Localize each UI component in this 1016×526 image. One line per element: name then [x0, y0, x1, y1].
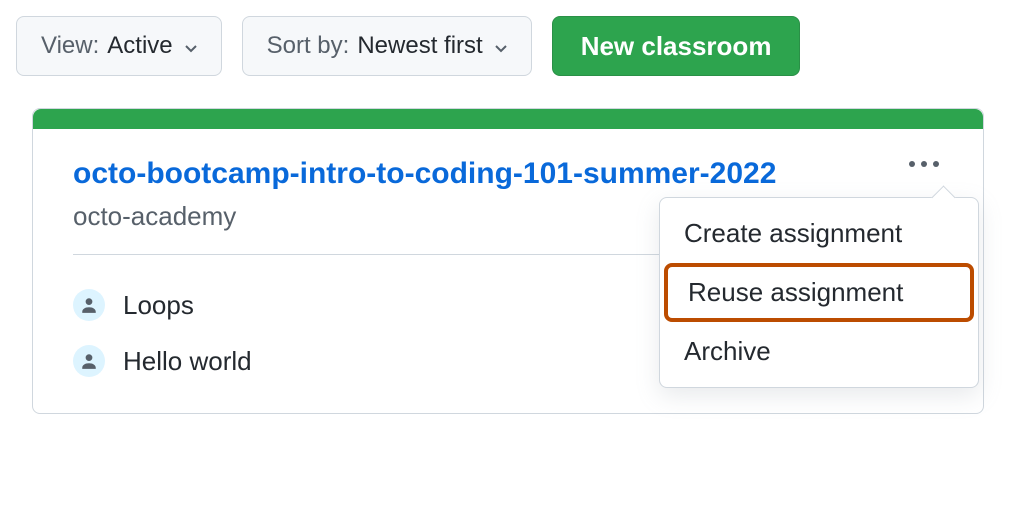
- dropdown-menu: Create assignment Reuse assignment Archi…: [659, 197, 979, 388]
- caret-down-icon: [495, 32, 507, 60]
- assignment-name: Hello world: [123, 346, 252, 377]
- menu-item-reuse-assignment[interactable]: Reuse assignment: [664, 263, 974, 322]
- card-stripe: [33, 109, 983, 129]
- toolbar: View: Active Sort by: Newest first New c…: [0, 0, 1016, 92]
- sort-filter-button[interactable]: Sort by: Newest first: [242, 16, 532, 76]
- view-label: View:: [41, 32, 99, 60]
- person-icon: [73, 289, 105, 321]
- assignment-name: Loops: [123, 290, 194, 321]
- view-filter-button[interactable]: View: Active: [16, 16, 222, 76]
- classroom-card: octo-bootcamp-intro-to-coding-101-summer…: [32, 108, 984, 414]
- kebab-menu-button[interactable]: [901, 153, 947, 175]
- kebab-dot-icon: [933, 161, 939, 167]
- view-selected: Active: [107, 32, 172, 60]
- new-classroom-button[interactable]: New classroom: [552, 16, 801, 76]
- kebab-dot-icon: [921, 161, 927, 167]
- classroom-title-link[interactable]: octo-bootcamp-intro-to-coding-101-summer…: [73, 157, 943, 191]
- menu-item-archive[interactable]: Archive: [660, 322, 978, 381]
- person-icon: [73, 345, 105, 377]
- kebab-dot-icon: [909, 161, 915, 167]
- sort-label: Sort by:: [267, 32, 350, 60]
- menu-item-create-assignment[interactable]: Create assignment: [660, 204, 978, 263]
- caret-down-icon: [185, 32, 197, 60]
- sort-selected: Newest first: [357, 32, 482, 60]
